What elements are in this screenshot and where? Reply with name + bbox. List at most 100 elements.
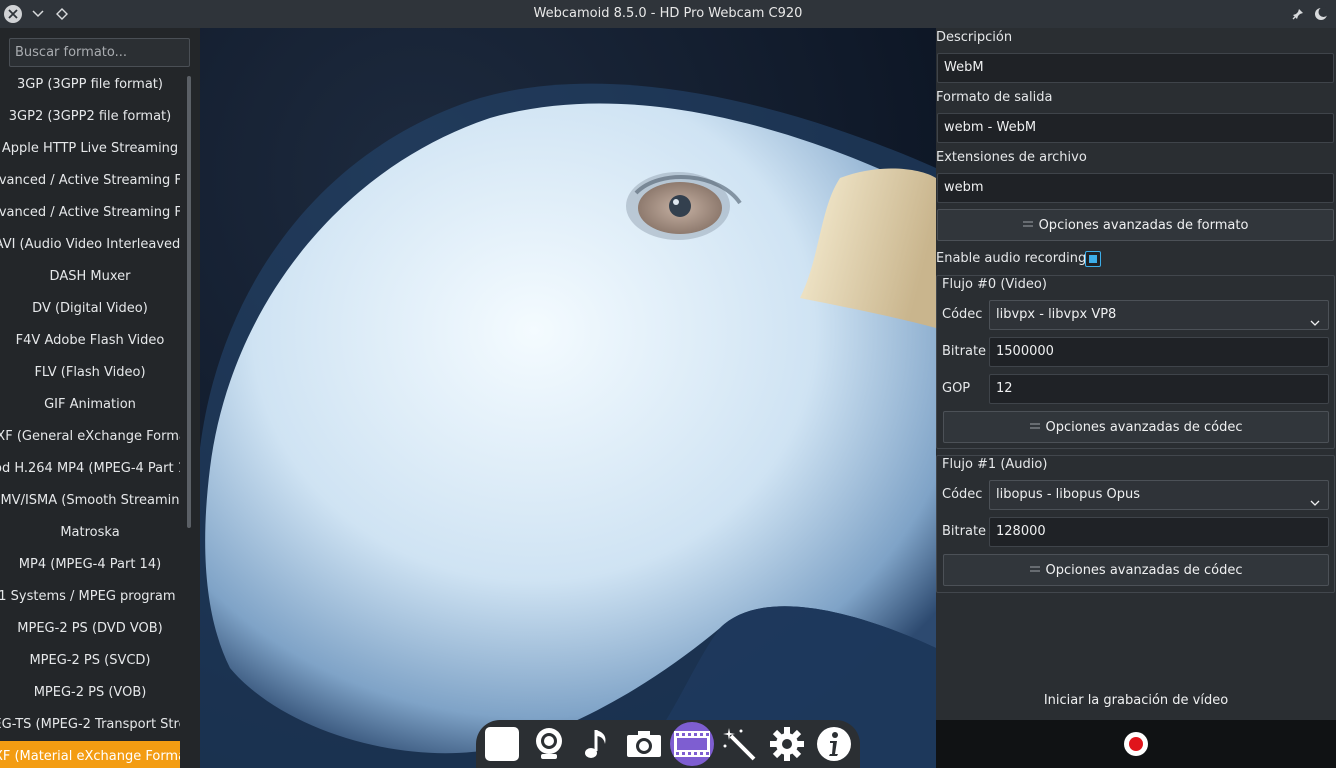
format-list-item[interactable]: dvanced / Active Streaming Fo: [0, 197, 180, 229]
format-list-item-label: 3GP (3GPP file format): [17, 77, 163, 92]
stream-0-codec-label: Códec: [942, 307, 983, 322]
format-list-item-label: FLV (Flash Video): [34, 365, 146, 380]
info-icon[interactable]: [813, 722, 857, 766]
format-list-item[interactable]: 3GP (3GPP file format): [0, 69, 180, 101]
stream-0-gop-label: GOP: [942, 381, 971, 396]
format-list-item-label: DV (Digital Video): [32, 301, 148, 316]
settings-sliders-icon: [1029, 420, 1040, 435]
record-bar: [936, 720, 1336, 768]
stream-0-group: Flujo #0 (Video) Códec libvpx - libvpx V…: [936, 275, 1335, 449]
format-list-item-label: MPEG-2 PS (DVD VOB): [17, 621, 163, 636]
format-list-item[interactable]: XF (Material eXchange Forma: [0, 741, 180, 768]
stream-1-codec-select[interactable]: libopus - libopus Opus: [989, 480, 1329, 510]
stream-1-title: Flujo #1 (Audio): [942, 457, 1048, 472]
format-list-item-label: AVI (Audio Video Interleaved): [0, 237, 180, 252]
format-list-item[interactable]: SXF (General eXchange Format: [0, 421, 180, 453]
advanced-format-options-label: Opciones avanzadas de formato: [1038, 217, 1249, 233]
format-list-item-label: od H.264 MP4 (MPEG-4 Part 1: [0, 461, 180, 476]
format-search-input[interactable]: [9, 38, 190, 67]
stream-0-gop-field[interactable]: 12: [989, 374, 1329, 404]
stream-0-bitrate-field[interactable]: 1500000: [989, 337, 1329, 367]
stream-0-advanced-codec-button[interactable]: Opciones avanzadas de códec: [943, 411, 1329, 443]
format-list-item-label: SMV/ISMA (Smooth Streaming: [0, 493, 180, 508]
stream-0-codec-value: libvpx - libvpx VP8: [996, 307, 1117, 322]
eagle-image: [200, 28, 936, 768]
format-list-item-label: dvanced / Active Streaming Fo: [0, 173, 180, 188]
format-list-scrollbar[interactable]: [187, 76, 191, 528]
keep-above-icon[interactable]: [52, 4, 72, 24]
extensions-label: Extensiones de archivo: [936, 150, 1087, 165]
format-list-item-label: XF (Material eXchange Forma: [0, 749, 180, 764]
format-list-item[interactable]: FLV (Flash Video): [0, 357, 180, 389]
format-list-item[interactable]: GIF Animation: [0, 389, 180, 421]
chevron-down-icon: [1310, 490, 1320, 518]
advanced-format-options-button[interactable]: Opciones avanzadas de formato: [937, 209, 1334, 241]
format-list-item[interactable]: Apple HTTP Live Streaming: [0, 133, 180, 165]
format-list-item-label: Matroska: [60, 525, 120, 540]
format-list-item[interactable]: EG-TS (MPEG-2 Transport Stre: [0, 709, 180, 741]
format-sidebar: 3GP (3GPP file format) 3GP2 (3GPP2 file f…: [0, 28, 200, 768]
webcam-icon[interactable]: [528, 722, 572, 766]
format-list-item[interactable]: MP4 (MPEG-4 Part 14): [0, 549, 180, 581]
format-list-item-label: 3GP2 (3GPP2 file format): [8, 109, 172, 124]
close-icon[interactable]: [4, 5, 22, 23]
camera-icon[interactable]: [623, 722, 667, 766]
format-list-item[interactable]: -1 Systems / MPEG program s: [0, 581, 180, 613]
enable-audio-checkbox[interactable]: [1085, 251, 1101, 267]
format-list-item-label: F4V Adobe Flash Video: [15, 333, 165, 348]
description-label: Descripción: [936, 30, 1013, 45]
format-list-item-label: GIF Animation: [44, 397, 136, 412]
settings-sliders-icon: [1022, 218, 1033, 233]
format-list-item[interactable]: MPEG-2 PS (DVD VOB): [0, 613, 180, 645]
gear-icon[interactable]: [765, 722, 809, 766]
format-list-item-label: Apple HTTP Live Streaming: [1, 141, 179, 156]
format-list-item-label: EG-TS (MPEG-2 Transport Stre: [0, 717, 180, 732]
stream-1-bitrate-label: Bitrate: [942, 524, 987, 539]
extensions-field[interactable]: webm: [937, 173, 1334, 203]
film-icon[interactable]: [670, 722, 714, 766]
format-list-item[interactable]: SMV/ISMA (Smooth Streaming: [0, 485, 180, 517]
window-title: Webcamoid 8.5.0 - HD Pro Webcam C920: [533, 6, 803, 21]
format-list-item-label: MPEG-2 PS (SVCD): [29, 653, 151, 668]
stream-0-title: Flujo #0 (Video): [942, 277, 1047, 292]
pin-icon[interactable]: [1288, 4, 1308, 24]
format-list-item[interactable]: DASH Muxer: [0, 261, 180, 293]
chevron-down-icon[interactable]: [28, 4, 48, 24]
stream-0-codec-select[interactable]: libvpx - libvpx VP8: [989, 300, 1329, 330]
stream-1-bitrate-field[interactable]: 128000: [989, 517, 1329, 547]
format-list-item-label: -1 Systems / MPEG program s: [0, 589, 180, 604]
stream-1-advanced-codec-button[interactable]: Opciones avanzadas de códec: [943, 554, 1329, 586]
stream-1-advanced-codec-label: Opciones avanzadas de códec: [1045, 562, 1243, 578]
format-list-item[interactable]: F4V Adobe Flash Video: [0, 325, 180, 357]
format-list: 3GP (3GPP file format) 3GP2 (3GPP2 file f…: [0, 69, 180, 768]
stream-0-bitrate-label: Bitrate: [942, 344, 987, 359]
format-list-item-label: MP4 (MPEG-4 Part 14): [18, 557, 162, 572]
chevron-down-icon: [1310, 310, 1320, 338]
format-list-item[interactable]: MPEG-2 PS (SVCD): [0, 645, 180, 677]
output-format-label: Formato de salida: [936, 90, 1053, 105]
bottom-dock: [476, 720, 860, 768]
record-button[interactable]: [1124, 732, 1148, 756]
webcam-preview: [200, 28, 936, 768]
stream-1-codec-value: libopus - libopus Opus: [996, 487, 1140, 502]
format-list-item[interactable]: AVI (Audio Video Interleaved): [0, 229, 180, 261]
description-field[interactable]: WebM: [937, 53, 1334, 83]
format-list-item-label: MPEG-2 PS (VOB): [33, 685, 147, 700]
format-list-item[interactable]: od H.264 MP4 (MPEG-4 Part 1: [0, 453, 180, 485]
settings-sliders-icon: [1029, 563, 1040, 578]
enable-audio-label: Enable audio recording: [936, 251, 1087, 266]
stream-1-group: Flujo #1 (Audio) Códec libopus - libopus…: [936, 455, 1335, 593]
blank-icon[interactable]: [480, 722, 524, 766]
theme-toggle-icon[interactable]: [1311, 4, 1331, 24]
output-format-field[interactable]: webm - WebM: [937, 113, 1334, 143]
format-list-item-label: SXF (General eXchange Format: [0, 429, 180, 444]
music-note-icon[interactable]: [575, 722, 619, 766]
format-list-item[interactable]: DV (Digital Video): [0, 293, 180, 325]
format-list-item[interactable]: MPEG-2 PS (VOB): [0, 677, 180, 709]
title-bar: Webcamoid 8.5.0 - HD Pro Webcam C920: [0, 0, 1336, 28]
stream-1-codec-label: Códec: [942, 487, 983, 502]
format-list-item[interactable]: 3GP2 (3GPP2 file format): [0, 101, 180, 133]
format-list-item[interactable]: dvanced / Active Streaming Fo: [0, 165, 180, 197]
format-list-item[interactable]: Matroska: [0, 517, 180, 549]
magic-wand-icon[interactable]: [718, 722, 762, 766]
